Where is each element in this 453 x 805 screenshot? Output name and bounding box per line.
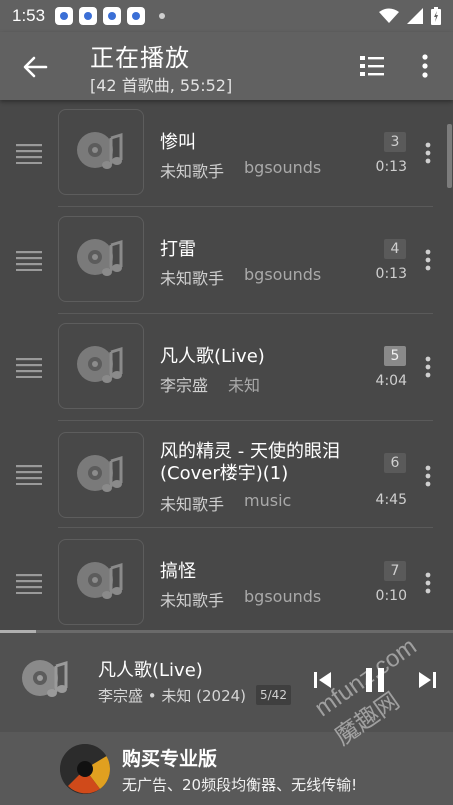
song-title: 惨叫 [160, 132, 196, 153]
song-album: bgsounds [244, 587, 322, 606]
status-bar: 1:53 [0, 0, 453, 32]
queue-item[interactable]: 风的精灵 - 天使的眼泪 (Cover楼宇)(1) 未知歌手 music 6 4… [0, 421, 453, 528]
album-art [58, 432, 144, 518]
song-artist: 未知歌手 [160, 269, 225, 288]
song-title: 搞怪 [160, 561, 196, 582]
progress-fill [0, 630, 37, 633]
wifi-icon [379, 8, 399, 23]
queue-item[interactable]: 打雷 未知歌手 bgsounds 4 0:13 [0, 207, 453, 314]
notification-app-icon [103, 7, 122, 25]
queue-item[interactable]: 惨叫 未知歌手 bgsounds 3 0:13 [0, 100, 453, 207]
notification-app-icon [79, 7, 98, 25]
pause-icon[interactable] [362, 666, 388, 694]
song-duration: 0:13 [375, 159, 407, 175]
queue-summary: [42 首歌曲, 55:52] [90, 76, 233, 95]
song-album: 未知 [228, 376, 261, 395]
song-album: bgsounds [244, 265, 322, 284]
upgrade-banner[interactable]: 购买专业版 无广告、20频段均衡器、无线传输! [0, 732, 453, 805]
playlist-icon[interactable] [358, 52, 386, 80]
skip-next-icon[interactable] [415, 668, 439, 692]
notification-app-icon [127, 7, 146, 25]
page-title: 正在播放 [90, 44, 190, 72]
scrollbar[interactable] [447, 124, 452, 188]
track-number-badge: 6 [384, 453, 406, 473]
song-album: music [244, 491, 292, 510]
now-playing-title: 凡人歌(Live) [98, 660, 203, 681]
disc-note-icon [77, 562, 123, 599]
song-duration: 0:10 [375, 588, 407, 604]
disc-note-icon [77, 346, 123, 383]
queue-position-badge: 5/42 [256, 685, 291, 705]
app-logo-icon [60, 744, 110, 794]
drag-handle-icon[interactable] [16, 572, 42, 594]
drag-handle-icon[interactable] [16, 249, 42, 271]
upgrade-title: 购买专业版 [122, 748, 218, 770]
song-artist: 未知歌手 [160, 591, 225, 610]
back-arrow-icon[interactable] [20, 52, 50, 82]
album-art [58, 323, 144, 409]
system-icons [379, 7, 441, 25]
song-artist: 李宗盛 [160, 376, 209, 395]
track-number-badge: 4 [384, 239, 406, 259]
app-bar: 正在播放 [42 首歌曲, 55:52] [0, 32, 453, 100]
more-vert-icon[interactable] [423, 356, 433, 378]
drag-handle-icon[interactable] [16, 356, 42, 378]
upgrade-description: 无广告、20频段均衡器、无线传输! [122, 776, 358, 794]
status-time: 1:53 [12, 6, 46, 25]
track-number-badge: 5 [384, 346, 406, 366]
signal-icon [407, 8, 423, 24]
more-vert-icon[interactable] [419, 52, 431, 80]
queue-item-now-playing[interactable]: 凡人歌(Live) 李宗盛 未知 5 4:04 [0, 314, 453, 421]
disc-note-icon [77, 132, 123, 169]
song-duration: 4:45 [375, 492, 407, 508]
song-duration: 0:13 [375, 266, 407, 282]
album-art [58, 539, 144, 625]
drag-handle-icon[interactable] [16, 463, 42, 485]
more-vert-icon[interactable] [423, 465, 433, 487]
song-artist: 未知歌手 [160, 162, 225, 181]
more-notifications-dot-icon [159, 13, 166, 19]
song-album: bgsounds [244, 158, 322, 177]
song-title: 风的精灵 - 天使的眼泪 (Cover楼宇)(1) [160, 441, 340, 484]
more-vert-icon[interactable] [423, 572, 433, 594]
track-number-badge: 7 [384, 561, 406, 581]
song-title: 打雷 [160, 239, 196, 260]
disc-note-icon [22, 660, 68, 697]
notification-icons [55, 7, 166, 25]
album-art [58, 216, 144, 302]
disc-note-icon [77, 239, 123, 276]
more-vert-icon[interactable] [423, 142, 433, 164]
battery-icon [431, 7, 441, 25]
disc-note-icon [77, 455, 123, 492]
skip-previous-icon[interactable] [311, 668, 335, 692]
progress-bar[interactable] [0, 630, 453, 633]
queue-item[interactable]: 搞怪 未知歌手 bgsounds 7 0:10 [0, 528, 453, 630]
now-playing-subtitle: 李宗盛 • 未知 (2024) [98, 687, 247, 705]
mini-player[interactable]: 凡人歌(Live) 李宗盛 • 未知 (2024) 5/42 [0, 630, 453, 732]
more-vert-icon[interactable] [423, 249, 433, 271]
drag-handle-icon[interactable] [16, 142, 42, 164]
notification-app-icon [55, 7, 74, 25]
song-title: 凡人歌(Live) [160, 346, 265, 367]
song-duration: 4:04 [375, 373, 407, 389]
song-artist: 未知歌手 [160, 495, 225, 514]
album-art [58, 109, 144, 195]
app-logo [60, 744, 110, 794]
queue-list[interactable]: 惨叫 未知歌手 bgsounds 3 0:13 打雷 未知歌手 bgsounds… [0, 100, 453, 630]
track-number-badge: 3 [384, 132, 406, 152]
